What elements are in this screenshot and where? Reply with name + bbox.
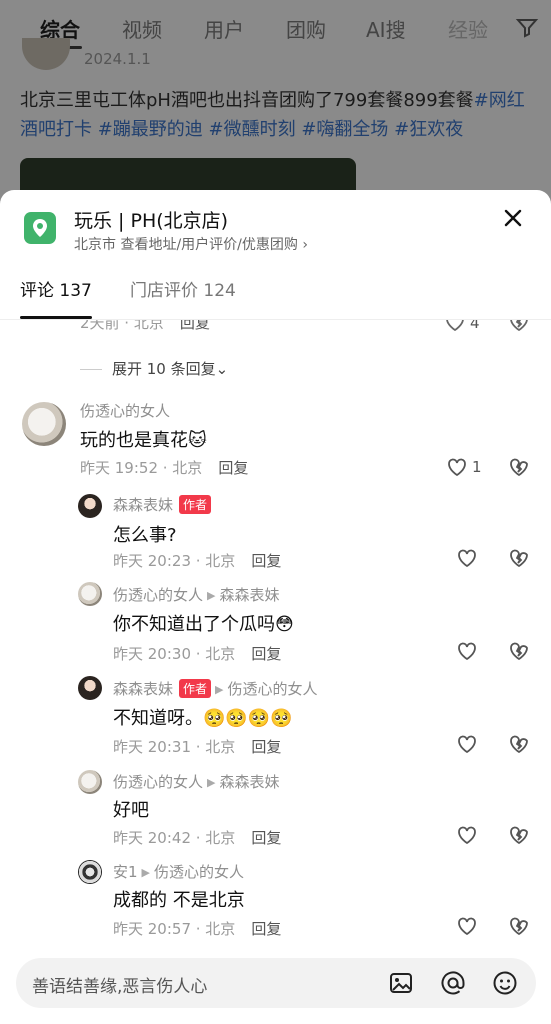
like-count: 4 bbox=[470, 320, 480, 332]
heart-icon[interactable] bbox=[455, 914, 479, 936]
avatar[interactable] bbox=[78, 582, 102, 606]
comment-meta: 昨天 19:52 · 北京 回复 bbox=[80, 459, 249, 477]
partial-comment-meta: 2天前 · 北京 回复 bbox=[80, 320, 210, 333]
author-badge: 作者 bbox=[179, 679, 212, 698]
avatar[interactable] bbox=[78, 494, 102, 518]
comment-meta: 昨天 20:31 · 北京 回复 bbox=[113, 738, 282, 756]
post-text: 北京三里屯工体pH酒吧也出抖音团购了799套餐899套餐#网红酒吧打卡 #蹦最野… bbox=[20, 86, 535, 144]
reply-button[interactable]: 回复 bbox=[251, 738, 281, 756]
comment-text: 怎么事? bbox=[113, 525, 177, 546]
reply-button[interactable]: 回复 bbox=[218, 459, 248, 477]
comment-text: 你不知道出了个瓜吗😳 bbox=[113, 614, 294, 635]
reply-button[interactable]: 回复 bbox=[251, 645, 281, 663]
emoji-icon[interactable] bbox=[492, 970, 518, 996]
reply-button[interactable]: 回复 bbox=[180, 320, 210, 332]
comment-author[interactable]: 安1 ▶ 伤透心的女人 bbox=[113, 861, 244, 882]
broken-heart-icon[interactable] bbox=[507, 914, 531, 936]
mention-icon[interactable] bbox=[440, 970, 466, 996]
comment-author[interactable]: 森森表妹 作者 ▶ 伤透心的女人 bbox=[113, 678, 318, 699]
heart-icon[interactable] bbox=[455, 546, 479, 570]
heart-icon[interactable] bbox=[455, 639, 479, 663]
tab-store-reviews[interactable]: 门店评价 124 bbox=[130, 276, 236, 301]
broken-heart-icon[interactable] bbox=[507, 639, 531, 663]
comment-sheet: 玩乐 | PH(北京店) 北京市 查看地址/用户评价/优惠团购 › 评论 137… bbox=[0, 190, 551, 1024]
comment-text: 好吧 bbox=[113, 800, 149, 821]
broken-heart-icon[interactable] bbox=[507, 823, 531, 847]
tab-video[interactable]: 视频 bbox=[122, 14, 162, 43]
broken-heart-icon[interactable] bbox=[507, 546, 531, 570]
comment-list: 2天前 · 北京 回复 4 展开 10 条回复⌄ 伤透心的女人 玩的也是真花🐱 昨… bbox=[0, 320, 551, 936]
like-count: 1 bbox=[472, 458, 482, 476]
broken-heart-icon[interactable] bbox=[507, 732, 531, 756]
tab-user[interactable]: 用户 bbox=[204, 14, 244, 43]
comment-author[interactable]: 伤透心的女人 bbox=[80, 400, 170, 421]
tab-ai-search[interactable]: AI搜 bbox=[366, 14, 406, 43]
tab-comments[interactable]: 评论 137 bbox=[20, 276, 92, 301]
close-icon[interactable] bbox=[499, 204, 527, 232]
heart-icon[interactable] bbox=[443, 320, 467, 334]
comment-author[interactable]: 伤透心的女人 ▶ 森森表妹 bbox=[113, 771, 280, 792]
comment-meta: 昨天 20:23 · 北京 回复 bbox=[113, 552, 282, 570]
heart-icon[interactable] bbox=[445, 455, 469, 479]
filter-icon[interactable] bbox=[515, 16, 539, 40]
comment-input-placeholder: 善语结善缘,恶言伤人心 bbox=[32, 977, 208, 997]
shop-subtitle-link[interactable]: 北京市 查看地址/用户评价/优惠团购 › bbox=[74, 234, 308, 254]
expand-replies-button[interactable]: 展开 10 条回复⌄ bbox=[80, 358, 228, 379]
comment-meta: 昨天 20:42 · 北京 回复 bbox=[113, 829, 282, 847]
author-badge: 作者 bbox=[179, 495, 212, 514]
post-author-avatar[interactable] bbox=[22, 38, 70, 70]
location-pin-icon bbox=[24, 212, 56, 244]
comment-author[interactable]: 森森表妹 作者 bbox=[113, 494, 212, 515]
reply-button[interactable]: 回复 bbox=[251, 552, 281, 570]
image-icon[interactable] bbox=[388, 970, 414, 996]
avatar[interactable] bbox=[78, 676, 102, 700]
heart-icon[interactable] bbox=[455, 823, 479, 847]
comment-input[interactable]: 善语结善缘,恶言伤人心 bbox=[16, 958, 536, 1008]
tab-experience[interactable]: 经验 bbox=[448, 14, 488, 43]
shop-title[interactable]: 玩乐 | PH(北京店) bbox=[74, 206, 228, 233]
avatar[interactable] bbox=[78, 860, 102, 884]
comment-text: 不知道呀。🥺🥺🥺🥺 bbox=[113, 708, 293, 729]
avatar[interactable] bbox=[78, 770, 102, 794]
tab-group-buy[interactable]: 团购 bbox=[286, 14, 326, 43]
post-date: 2024.1.1 bbox=[84, 50, 151, 68]
comment-meta: 昨天 20:57 · 北京 回复 bbox=[113, 920, 282, 936]
broken-heart-icon[interactable] bbox=[507, 455, 531, 479]
heart-icon[interactable] bbox=[455, 732, 479, 756]
reply-button[interactable]: 回复 bbox=[251, 920, 281, 936]
avatar[interactable] bbox=[22, 402, 66, 446]
reply-button[interactable]: 回复 bbox=[251, 829, 281, 847]
broken-heart-icon[interactable] bbox=[507, 320, 531, 334]
comment-text: 玩的也是真花🐱 bbox=[80, 430, 207, 451]
comment-author[interactable]: 伤透心的女人 ▶ 森森表妹 bbox=[113, 584, 280, 605]
comment-meta: 昨天 20:30 · 北京 回复 bbox=[113, 645, 282, 663]
comment-text: 成都的 不是北京 bbox=[113, 890, 245, 911]
top-tab-bar: 综合 视频 用户 团购 AI搜 经验 bbox=[0, 0, 551, 56]
background-page: 综合 视频 用户 团购 AI搜 经验 2024.1.1 北京三里屯工体pH酒吧也… bbox=[0, 0, 551, 206]
post-text-plain: 北京三里屯工体pH酒吧也出抖音团购了799套餐899套餐 bbox=[20, 90, 474, 111]
